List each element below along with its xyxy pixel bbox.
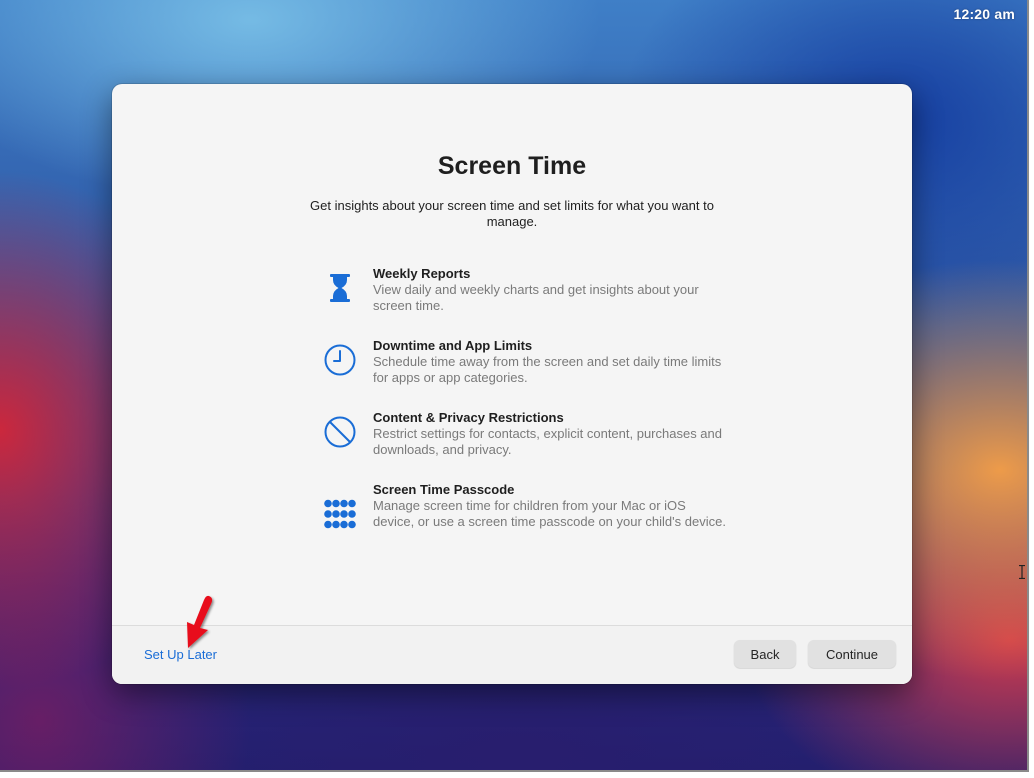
clock-icon: [320, 340, 360, 380]
feature-text: Downtime and App Limits Schedule time aw…: [373, 338, 728, 386]
hourglass-icon: [320, 268, 360, 308]
feature-title: Content & Privacy Restrictions: [373, 410, 564, 425]
screenshot-edge: [1027, 0, 1029, 772]
back-button[interactable]: Back: [734, 640, 796, 668]
feature-description: Manage screen time for children from you…: [373, 498, 726, 529]
annotation-arrow-icon: [187, 595, 213, 648]
feature-title: Weekly Reports: [373, 266, 471, 281]
feature-description: View daily and weekly charts and get ins…: [373, 282, 699, 313]
desktop-wallpaper: 12:20 am Screen Time Get insights about …: [0, 0, 1027, 770]
feature-title: Downtime and App Limits: [373, 338, 533, 353]
feature-text: Content & Privacy Restrictions Restrict …: [373, 410, 728, 458]
screenshot-edge: [0, 770, 1029, 772]
feature-title: Screen Time Passcode: [373, 482, 515, 497]
menubar-clock: 12:20 am: [953, 6, 1015, 22]
dialog-subtitle: Get insights about your screen time and …: [310, 198, 714, 229]
feature-text: Weekly Reports View daily and weekly cha…: [373, 266, 728, 314]
continue-button[interactable]: Continue: [808, 640, 896, 668]
dialog-title: Screen Time: [437, 152, 587, 180]
passcode-keypad-icon: [320, 494, 360, 534]
dialog-footer: Set Up Later Back Continue: [112, 625, 912, 684]
restricted-icon: [320, 412, 360, 452]
feature-text: Screen Time Passcode Manage screen time …: [373, 482, 728, 530]
text-cursor-icon: [1019, 565, 1025, 579]
feature-description: Restrict settings for contacts, explicit…: [373, 426, 723, 457]
feature-description: Schedule time away from the screen and s…: [373, 354, 722, 385]
screen-time-dialog: Screen Time Get insights about your scre…: [112, 84, 912, 684]
